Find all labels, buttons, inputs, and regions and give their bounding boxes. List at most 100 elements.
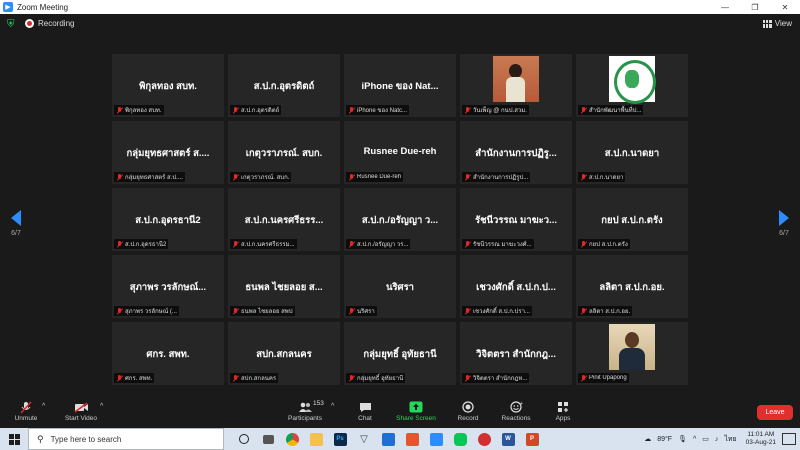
- participant-tile[interactable]: ส.ป.ก./อรัญญา ว... ส.ป.ก./อรัญญา วร...: [344, 188, 456, 251]
- start-video-button[interactable]: Start Video: [56, 400, 106, 422]
- muted-microphone-icon: [232, 240, 239, 248]
- participant-tile[interactable]: Rusnee Due-reh Rusnee Due-reh: [344, 121, 456, 184]
- volume-icon[interactable]: ♪: [715, 436, 719, 443]
- apps-label: Apps: [555, 415, 571, 422]
- chat-button[interactable]: Chat: [340, 400, 390, 422]
- zoom-taskbar-icon[interactable]: [424, 428, 448, 450]
- participant-tile[interactable]: วันเพ็ญ @ กนป.สวม.: [460, 54, 572, 117]
- arrow-left-icon: [11, 210, 21, 226]
- muted-microphone-icon: [348, 374, 355, 382]
- photoshop-icon[interactable]: Ps: [328, 428, 352, 450]
- taskbar-clock[interactable]: 11:01 AM 03-Aug-21: [746, 431, 776, 447]
- reactions-button[interactable]: + Reactions: [491, 400, 541, 422]
- record-button[interactable]: Record: [443, 400, 493, 422]
- participant-tile[interactable]: กยป ส.ป.ก.ตรัง กยป ส.ป.ก.ตรัง: [576, 188, 688, 251]
- participant-display-name: ส.ป.ก.นาดยา: [604, 148, 660, 159]
- participant-tile[interactable]: วิจิตตรา สำนักกฎ... วิจิตตรา สำนักกฎห...: [460, 322, 572, 385]
- vectorize-icon[interactable]: ▽: [352, 428, 376, 450]
- chrome-icon[interactable]: [280, 428, 304, 450]
- share-screen-button[interactable]: Share Screen: [391, 400, 441, 422]
- taskbar-search-box[interactable]: ⚲ Type here to search: [28, 428, 224, 450]
- participant-tile[interactable]: ลลิตา ส.ป.ก.อย. ลลิตา ส.ป.ก.อย.: [576, 255, 688, 318]
- powerpoint-icon[interactable]: P: [520, 428, 544, 450]
- muted-microphone-icon: [116, 374, 123, 382]
- previous-page-button[interactable]: 6/7: [6, 210, 26, 237]
- participant-tile[interactable]: พิกุลทอง สบท. พิกุลทอง สบท.: [112, 54, 224, 117]
- participant-tile[interactable]: กลุ่มยุทธิ์ อุทัยธานี กลุ่มยุทธิ์ อุทัยธา…: [344, 322, 456, 385]
- participant-name-label: กลุ่มยุทธิ์ อุทัยธานี: [357, 376, 404, 382]
- participant-name-label: เกตุวราภรณ์. สบก.: [241, 175, 290, 181]
- minimize-button[interactable]: —: [710, 0, 740, 14]
- tray-overflow-icon[interactable]: ^: [693, 436, 696, 443]
- audio-options-caret[interactable]: ^: [42, 403, 45, 410]
- meeting-toolbar: Unmute ^ Start Video ^ Participants 153 …: [0, 398, 800, 428]
- office-icon[interactable]: [400, 428, 424, 450]
- participant-nameplate: ส.ป.ก.อุดรธานี2: [114, 239, 169, 249]
- participant-display-name: ธนพล ไชยลอย ส...: [245, 282, 323, 293]
- word-icon[interactable]: W: [496, 428, 520, 450]
- leave-button[interactable]: Leave: [757, 405, 793, 420]
- apps-button[interactable]: Apps: [538, 400, 588, 422]
- participant-display-name: ศกร. สพท.: [146, 349, 190, 360]
- cortana-icon[interactable]: [232, 428, 256, 450]
- window-title: Zoom Meeting: [17, 2, 69, 12]
- participant-display-name: พิกุลทอง สบท.: [139, 81, 197, 92]
- participant-tile[interactable]: เกตุวราภรณ์. สบก. เกตุวราภรณ์. สบก.: [228, 121, 340, 184]
- microphone-tray-icon[interactable]: 🎙: [678, 435, 687, 443]
- participant-tile[interactable]: ศกร. สพท. ศกร. สพท.: [112, 322, 224, 385]
- participants-options-caret[interactable]: ^: [331, 403, 334, 410]
- mail-icon[interactable]: [376, 428, 400, 450]
- weather-icon[interactable]: ☁: [644, 435, 651, 443]
- participant-tile[interactable]: สปก.สกลนคร สปก.สกลนคร: [228, 322, 340, 385]
- windows-logo-icon: [8, 433, 20, 445]
- language-indicator[interactable]: ไทย: [724, 434, 736, 445]
- participant-tile[interactable]: iPhone ของ Nat... iPhone ของ Natc...: [344, 54, 456, 117]
- participant-name-label: Pinit Upapong: [589, 375, 627, 381]
- muted-microphone-icon: [232, 307, 239, 315]
- close-button[interactable]: ✕: [770, 0, 800, 14]
- participant-name-label: นริศรา: [357, 309, 375, 315]
- participant-nameplate: สำนักงานการปฏิรูป...: [462, 172, 531, 182]
- network-icon[interactable]: ▭: [702, 435, 709, 443]
- temperature: 89°F: [657, 435, 673, 443]
- participant-tile[interactable]: สุภาพร วรลักษณ์... สุภาพร วรลักษณ์ (...: [112, 255, 224, 318]
- participant-tile[interactable]: นริศรา นริศรา: [344, 255, 456, 318]
- participant-tile[interactable]: ธนพล ไชยลอย ส... ธนพล ไชยลอย สพป: [228, 255, 340, 318]
- page-indicator-left: 6/7: [11, 230, 21, 237]
- participant-tile[interactable]: ส.ป.ก.อุดรธานี2 ส.ป.ก.อุดรธานี2: [112, 188, 224, 251]
- unmute-label: Unmute: [14, 415, 38, 422]
- participant-tile[interactable]: ส.ป.ก.นาดยา ส.ป.ก.นาดยา: [576, 121, 688, 184]
- record-app-icon[interactable]: [472, 428, 496, 450]
- recording-indicator[interactable]: Recording: [25, 19, 74, 28]
- windows-start-button[interactable]: [0, 428, 28, 450]
- reactions-label: Reactions: [501, 415, 531, 422]
- meeting-area: ⛨ Recording View 6/7 6/7 พิกุลทอง สบท. พิ…: [0, 14, 800, 398]
- participant-tile[interactable]: รัชนีวรรณ มาฆะว... รัชนีวรรณ มาฆะวงศ์...: [460, 188, 572, 251]
- view-button[interactable]: View: [762, 19, 792, 28]
- participant-tile[interactable]: สำนักงานการปฏิรู... สำนักงานการปฏิรูป...: [460, 121, 572, 184]
- participant-nameplate: ส.ป.ก.นาดยา: [578, 172, 626, 182]
- participant-tile[interactable]: สำนักพัฒนาพื้นที่ป...: [576, 54, 688, 117]
- file-explorer-icon[interactable]: [304, 428, 328, 450]
- participant-tile[interactable]: เชวงศักดิ์ ส.ป.ก.ป... เชวงศักดิ์ ส.ป.ก.ปร…: [460, 255, 572, 318]
- apps-icon: [555, 400, 571, 414]
- participant-tile[interactable]: Pinit Upapong: [576, 322, 688, 385]
- participant-name-label: สำนักงานการปฏิรูป...: [473, 175, 529, 181]
- participant-name-label: ส.ป.ก./อรัญญา วร...: [357, 242, 409, 248]
- notification-icon[interactable]: [782, 433, 796, 445]
- shield-icon[interactable]: ⛨: [7, 19, 17, 30]
- participant-name-label: iPhone ของ Natc...: [357, 108, 407, 114]
- participant-display-name: กลุ่มยุทธศาสตร์ ส....: [126, 148, 210, 159]
- participant-tile[interactable]: ส.ป.ก.นครศรีธรร... ส.ป.ก.นครศรีธรรม...: [228, 188, 340, 251]
- participant-tile[interactable]: กลุ่มยุทธศาสตร์ ส.... กลุ่มยุทธศาสตร์ ส.ป…: [112, 121, 224, 184]
- participant-tile[interactable]: ส.ป.ก.อุตรดิตถ์ ส.ป.ก.อุตรดิตถ์: [228, 54, 340, 117]
- participant-display-name: กยป ส.ป.ก.ตรัง: [601, 215, 663, 226]
- video-options-caret[interactable]: ^: [100, 403, 103, 410]
- participant-nameplate: ส.ป.ก./อรัญญา วร...: [346, 239, 411, 249]
- muted-microphone-icon: [116, 240, 123, 248]
- task-view-icon[interactable]: [256, 428, 280, 450]
- line-icon[interactable]: [448, 428, 472, 450]
- next-page-button[interactable]: 6/7: [774, 210, 794, 237]
- participant-display-name: ส.ป.ก.อุตรดิตถ์: [253, 81, 315, 92]
- maximize-button[interactable]: ❐: [740, 0, 770, 14]
